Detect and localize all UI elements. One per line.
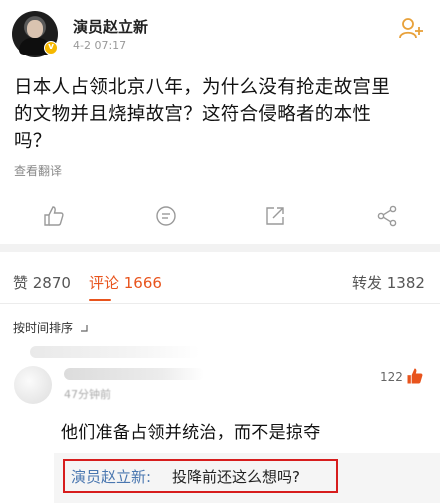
commenter-name-blurred[interactable] xyxy=(64,368,204,380)
comment-like-count: 122 xyxy=(380,370,403,384)
add-user-icon[interactable] xyxy=(398,16,424,40)
active-tab-indicator xyxy=(89,299,111,301)
comment-time: 47分钟前 xyxy=(64,388,111,401)
avatar-face xyxy=(27,20,43,38)
blurred-content xyxy=(30,346,200,358)
thumbs-up-icon[interactable] xyxy=(42,204,66,228)
verified-badge-icon: v xyxy=(44,41,58,55)
post-time: 4-2 07:17 xyxy=(73,39,127,52)
reply-text: 投降前还这么想吗? xyxy=(172,468,300,486)
tabs-bar: 赞 2870 评论 1666 转发 1382 xyxy=(0,262,440,302)
post-body-line: 吗？ xyxy=(14,131,52,152)
author-name[interactable]: 演员赵立新 xyxy=(73,16,148,37)
tab-comments[interactable]: 评论 1666 xyxy=(89,272,162,293)
chevron-down-icon xyxy=(80,325,88,332)
post-body-line: 日本人占领北京八年，为什么没有抢走故宫里 xyxy=(14,77,391,98)
commenter-avatar[interactable] xyxy=(14,366,52,404)
sort-label: 按时间排序 xyxy=(13,321,74,335)
reply-author[interactable]: 演员赵立新: xyxy=(71,466,151,487)
post-body: 日本人占领北京八年，为什么没有抢走故宫里 的文物并且烧掉故宫？这符合侵略者的本性… xyxy=(14,74,430,155)
network-share-icon[interactable] xyxy=(375,204,399,228)
section-divider xyxy=(0,244,440,252)
sort-dropdown[interactable]: 按时间排序 xyxy=(13,319,88,336)
action-bar xyxy=(0,196,440,240)
tab-likes[interactable]: 赞 2870 xyxy=(13,272,71,293)
comment-icon[interactable] xyxy=(154,204,178,228)
tabs-divider xyxy=(0,303,440,304)
thumbs-up-icon[interactable] xyxy=(405,366,425,386)
translate-link[interactable]: 查看翻译 xyxy=(14,162,62,179)
tab-reposts[interactable]: 转发 1382 xyxy=(352,272,425,293)
post-body-line: 的文物并且烧掉故宫？这符合侵略者的本性 xyxy=(14,104,372,125)
comment-text: 他们准备占领并统治，而不是掠夺 xyxy=(61,423,321,443)
share-icon[interactable] xyxy=(263,204,287,228)
post-header: v 演员赵立新 4-2 07:17 xyxy=(0,0,440,62)
